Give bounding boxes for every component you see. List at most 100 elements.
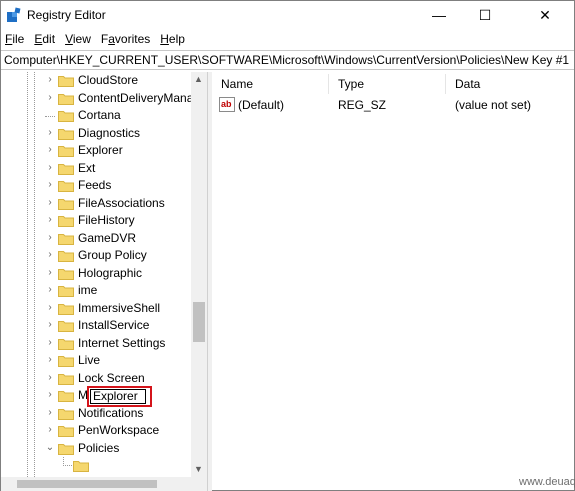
minimize-button[interactable]: —: [416, 1, 462, 29]
tree-item-label: ImmersiveShell: [78, 300, 161, 315]
value-type: REG_SZ: [338, 98, 387, 112]
chevron-right-icon[interactable]: ›: [45, 92, 55, 104]
rename-key-input[interactable]: Explorer: [90, 389, 146, 404]
tree-item-label: Lock Screen: [78, 370, 145, 385]
string-value-icon: ab: [219, 97, 235, 112]
tree-item[interactable]: › CloudStore: [1, 72, 191, 90]
chevron-right-icon[interactable]: ›: [45, 127, 55, 139]
chevron-right-icon[interactable]: ›: [45, 407, 55, 419]
maximize-icon: ☐: [478, 6, 492, 23]
folder-icon: [58, 407, 74, 420]
tree-item-label: FileHistory: [78, 213, 135, 227]
menu-help[interactable]: Help: [156, 30, 191, 48]
close-button[interactable]: ✕: [522, 1, 568, 29]
chevron-right-icon[interactable]: ›: [45, 354, 55, 366]
value-row[interactable]: ab (Default) REG_SZ (value not set): [212, 96, 574, 114]
value-data: (value not set): [455, 98, 532, 112]
chevron-right-icon[interactable]: ›: [45, 197, 55, 209]
value-name: (Default): [238, 98, 285, 112]
chevron-right-icon[interactable]: ›: [45, 144, 55, 156]
close-icon: ✕: [539, 6, 551, 23]
scroll-down-icon[interactable]: ▼: [194, 464, 203, 474]
tree-leaf-connector: [45, 109, 55, 117]
chevron-right-icon[interactable]: ›: [45, 179, 55, 191]
chevron-right-icon[interactable]: ›: [45, 302, 55, 314]
tree-item-label: CloudStore: [78, 73, 139, 87]
chevron-right-icon[interactable]: ›: [45, 267, 55, 279]
menu-edit[interactable]: Edit: [30, 30, 61, 48]
folder-icon: [58, 144, 74, 157]
scroll-up-icon[interactable]: ▲: [194, 74, 203, 84]
chevron-right-icon[interactable]: ›: [45, 162, 55, 174]
folder-icon: [73, 459, 89, 472]
column-divider[interactable]: [445, 74, 446, 94]
tree-item-label: ContentDeliveryMana: [78, 90, 194, 105]
tree-item[interactable]: › InstallService: [1, 317, 191, 335]
chevron-right-icon[interactable]: ›: [45, 284, 55, 296]
tree-horizontal-scrollbar[interactable]: [1, 477, 207, 491]
folder-icon: [58, 109, 74, 122]
chevron-right-icon[interactable]: ›: [45, 249, 55, 261]
column-divider[interactable]: [328, 74, 329, 94]
folder-icon: [58, 389, 74, 402]
values-list[interactable]: Name Type Data ab (Default) REG_SZ (valu…: [212, 72, 574, 491]
folder-icon: [58, 319, 74, 332]
chevron-right-icon[interactable]: ›: [45, 372, 55, 384]
tree-item-label: Live: [78, 353, 101, 367]
tree-item[interactable]: › Internet Settings: [1, 335, 191, 353]
tree-item-label: Cortana: [78, 108, 121, 122]
folder-icon: [58, 354, 74, 367]
tree-item-label: Internet Settings: [78, 335, 166, 350]
title-bar[interactable]: Registry Editor — ☐ ✕: [1, 1, 574, 29]
chevron-right-icon[interactable]: ›: [45, 214, 55, 226]
chevron-right-icon[interactable]: ›: [45, 74, 55, 86]
folder-icon: [58, 162, 74, 175]
tree-item[interactable]: › FileHistory: [1, 212, 191, 230]
tree-item[interactable]: › Ext: [1, 160, 191, 178]
tree-item[interactable]: › Diagnostics: [1, 125, 191, 143]
column-header-name[interactable]: Name: [221, 77, 253, 91]
tree-item[interactable]: Cortana: [1, 107, 191, 125]
menu-view[interactable]: View: [61, 30, 97, 48]
chevron-right-icon[interactable]: ›: [45, 319, 55, 331]
tree-vertical-scrollbar[interactable]: ▲ ▼: [191, 72, 207, 477]
chevron-right-icon[interactable]: ›: [45, 424, 55, 436]
tree-item[interactable]: › Notifications: [1, 405, 191, 423]
folder-icon: [58, 302, 74, 315]
scroll-thumb[interactable]: [17, 480, 157, 488]
scroll-thumb[interactable]: [193, 302, 205, 342]
tree-item[interactable]: › Explorer: [1, 142, 191, 160]
tree-item[interactable]: › PenWorkspace: [1, 422, 191, 440]
tree-item-label: InstallService: [78, 318, 150, 332]
address-bar[interactable]: Computer\HKEY_CURRENT_USER\SOFTWARE\Micr…: [1, 50, 574, 70]
tree-item[interactable]: › Holographic: [1, 265, 191, 283]
tree-item[interactable]: › Lock Screen: [1, 370, 191, 388]
chevron-down-icon[interactable]: ⌄: [45, 442, 55, 454]
tree-item-label: FileAssociations: [78, 195, 165, 210]
chevron-right-icon[interactable]: ›: [45, 232, 55, 244]
tree-item[interactable]: › ImmersiveShell: [1, 300, 191, 318]
tree-item-new-key[interactable]: [1, 457, 191, 475]
tree-item[interactable]: › FileAssociations: [1, 195, 191, 213]
tree-item[interactable]: › Live: [1, 352, 191, 370]
chevron-right-icon[interactable]: ›: [45, 389, 55, 401]
maximize-button[interactable]: ☐: [462, 1, 508, 29]
menu-favorites[interactable]: Favorites: [97, 30, 156, 48]
tree-item[interactable]: ⌄ Policies: [1, 440, 191, 458]
tree-item[interactable]: › ime: [1, 282, 191, 300]
tree-item[interactable]: › Group Policy: [1, 247, 191, 265]
menu-file[interactable]: File: [1, 30, 30, 48]
column-header-type[interactable]: Type: [338, 77, 364, 91]
tree-item-label: GameDVR: [78, 230, 137, 245]
tree-leaf-connector: [63, 457, 72, 466]
column-header-data[interactable]: Data: [455, 77, 480, 91]
folder-icon: [58, 442, 74, 455]
key-tree[interactable]: › CloudStore › ContentDeliveryMana Cortana › D…: [1, 72, 207, 477]
tree-item[interactable]: › Feeds: [1, 177, 191, 195]
chevron-right-icon[interactable]: ›: [45, 337, 55, 349]
folder-icon: [58, 214, 74, 227]
tree-item-label: Explorer: [78, 143, 123, 157]
tree-item[interactable]: › ContentDeliveryMana: [1, 90, 194, 108]
registry-editor-app-icon: [7, 7, 21, 22]
tree-item[interactable]: › GameDVR: [1, 230, 191, 248]
